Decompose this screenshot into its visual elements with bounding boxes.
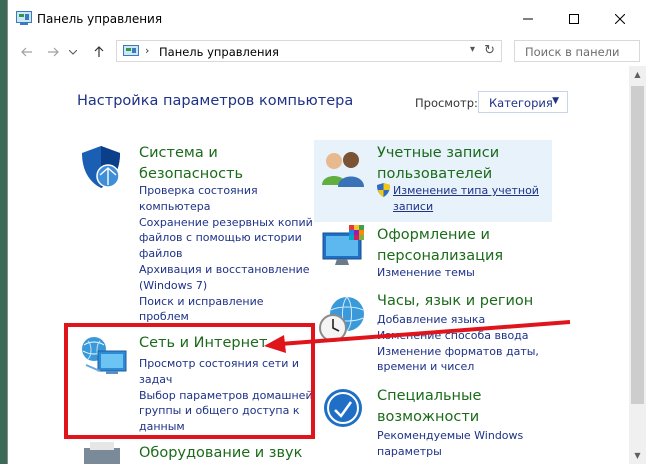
breadcrumb-current[interactable]: Панель управления (159, 45, 279, 59)
up-button[interactable] (88, 42, 110, 62)
category-ease-links: Рекомендуемые Windows параметры (377, 428, 523, 460)
category-system-title[interactable]: Система и безопасность (139, 143, 243, 185)
view-by-label: Просмотр: (415, 96, 478, 110)
control-panel-window: Панель управления › Панель управления ▾ … (7, 0, 647, 464)
printer-icon (84, 442, 120, 464)
breadcrumb-separator[interactable]: › (145, 44, 149, 57)
category-ease-title[interactable]: Специальные возможности (377, 386, 481, 428)
category-appearance-title-line2[interactable]: персонализация (377, 246, 503, 267)
link-change-theme[interactable]: Изменение темы (377, 265, 475, 281)
category-appearance-links: Изменение темы (377, 265, 475, 281)
recent-locations-button[interactable] (66, 42, 80, 62)
ease-of-access-icon (324, 389, 362, 427)
category-accounts-title-line1[interactable]: Учетные записи (377, 143, 499, 164)
uac-shield-icon (377, 183, 390, 197)
scroll-down-icon[interactable]: ▼ (629, 447, 646, 464)
link-recommended-settings[interactable]: Рекомендуемые Windows (377, 428, 523, 444)
close-icon (615, 14, 625, 24)
annotation-arrow-icon (264, 320, 571, 353)
shield-icon (82, 146, 120, 188)
minimize-button[interactable] (505, 0, 551, 38)
link-change-formats-cont[interactable]: времени и чисел (377, 359, 539, 375)
category-ease-title-line2[interactable]: возможности (377, 407, 481, 428)
link-backup-restore[interactable]: Архивация и восстановление (139, 262, 313, 278)
category-appearance-title[interactable]: Оформление и персонализация (377, 225, 503, 267)
arrow-right-icon (48, 47, 59, 57)
category-ease-title-line1[interactable]: Специальные (377, 386, 481, 407)
category-accounts-title-line2[interactable]: пользователей (377, 164, 499, 185)
minimize-icon (523, 18, 533, 20)
scroll-up-icon[interactable]: ▲ (629, 66, 646, 83)
maximize-icon (569, 14, 579, 24)
address-field[interactable]: › Панель управления ▾ ↻ (116, 40, 502, 62)
category-system-links: Проверка состояния компьютера Сохранение… (139, 183, 313, 325)
refresh-icon[interactable]: ↻ (484, 43, 495, 58)
category-clock-title[interactable]: Часы, язык и регион (377, 291, 533, 312)
category-accounts-title[interactable]: Учетные записи пользователей (377, 143, 499, 185)
address-dropdown-icon[interactable]: ▾ (470, 44, 475, 55)
category-system-title-line1[interactable]: Система и (139, 143, 243, 164)
arrow-left-icon (21, 47, 32, 57)
forward-button[interactable] (42, 42, 64, 62)
appearance-icon (322, 225, 364, 265)
search-placeholder: Поиск в панели (525, 45, 620, 59)
category-hardware-title[interactable]: Оборудование и звук (139, 443, 302, 464)
arrow-up-icon (94, 46, 104, 57)
vertical-scrollbar[interactable]: ▲ ▼ (629, 66, 646, 464)
title-bar: Панель управления (8, 0, 647, 38)
chevron-down-icon (69, 49, 77, 55)
link-change-account-type-cont[interactable]: записи (393, 199, 539, 215)
page-title: Настройка параметров компьютера (77, 93, 354, 109)
search-input[interactable]: Поиск в панели (514, 40, 640, 62)
window-title: Панель управления (37, 12, 163, 26)
link-backup-restore-cont[interactable]: (Windows 7) (139, 278, 313, 294)
view-by-select[interactable]: Категория ▼ (478, 91, 568, 113)
link-recommended-settings-cont[interactable]: параметры (377, 444, 523, 460)
link-check-status[interactable]: Проверка состояния (139, 183, 313, 199)
close-button[interactable] (597, 0, 643, 38)
link-troubleshoot[interactable]: Поиск и исправление (139, 294, 313, 310)
chevron-down-icon: ▼ (552, 96, 559, 106)
back-button[interactable] (16, 42, 38, 62)
link-check-status-cont[interactable]: компьютера (139, 199, 313, 215)
navigation-bar: › Панель управления ▾ ↻ Поиск в панели (8, 38, 647, 66)
content-area: Настройка параметров компьютера Просмотр… (8, 66, 647, 464)
control-panel-icon (123, 45, 139, 56)
category-appearance-title-line1[interactable]: Оформление и (377, 225, 503, 246)
control-panel-icon (16, 11, 32, 25)
link-change-account-type[interactable]: Изменение типа учетной (393, 183, 539, 199)
link-file-history[interactable]: Сохранение резервных копий (139, 215, 313, 231)
maximize-button[interactable] (551, 0, 597, 38)
view-by-value: Категория (489, 96, 553, 110)
category-system-title-line2[interactable]: безопасность (139, 164, 243, 185)
link-file-history-cont[interactable]: файлов с помощью истории (139, 230, 313, 246)
users-icon (322, 152, 364, 187)
scrollbar-thumb[interactable] (631, 86, 644, 404)
link-file-history-cont2[interactable]: файлов (139, 246, 313, 262)
category-accounts-links: Изменение типа учетной записи (393, 183, 539, 215)
